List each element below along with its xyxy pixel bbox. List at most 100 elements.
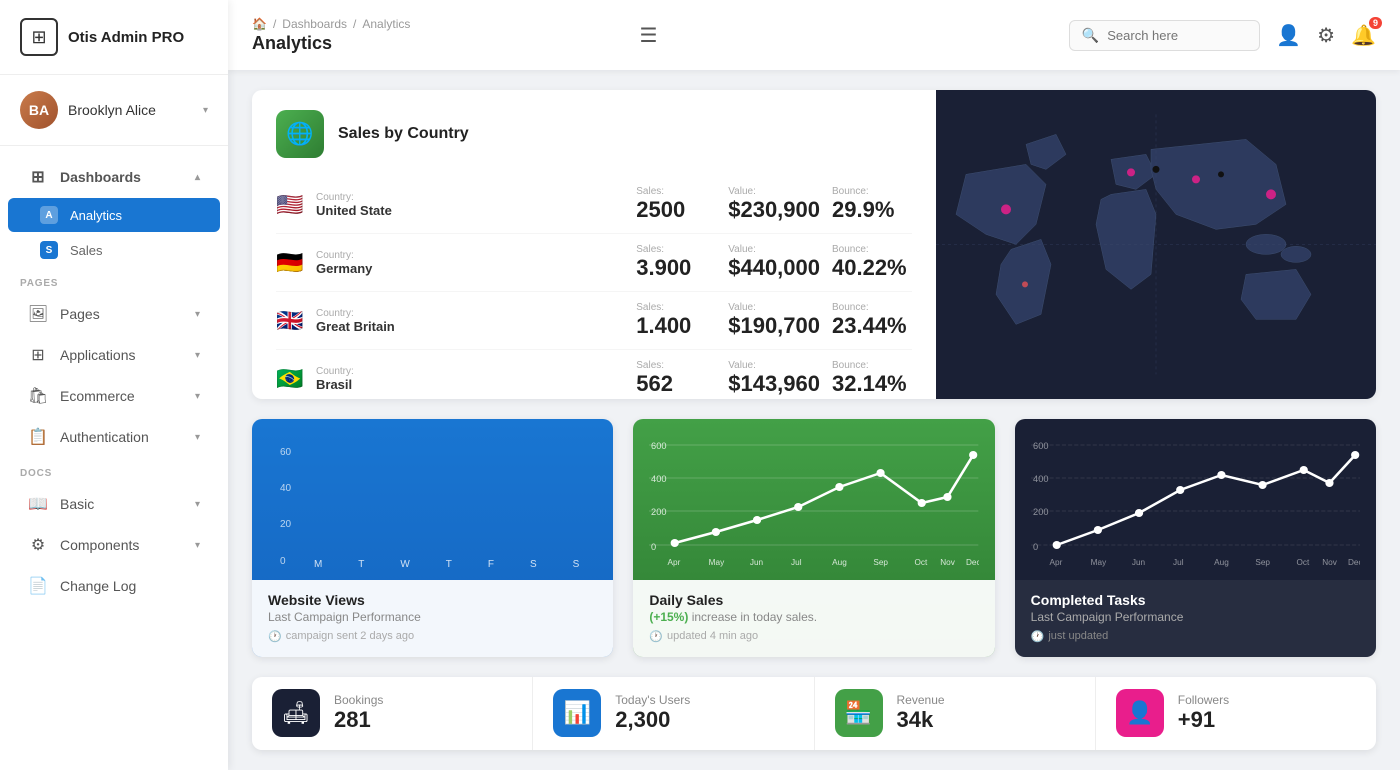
search-icon: 🔍	[1082, 27, 1099, 44]
clock-icon: 🕐	[268, 630, 282, 643]
chart-timestamp: 🕐 updated 4 min ago	[649, 630, 978, 643]
bounce-stat: Bounce: 40.22%	[832, 244, 912, 281]
svg-text:Aug: Aug	[1214, 558, 1229, 567]
sidebar-item-label: Pages	[60, 306, 183, 322]
svg-text:Oct: Oct	[1296, 558, 1310, 567]
stat-value: 34k	[897, 707, 1075, 733]
country-info: Country: Germany	[316, 250, 624, 276]
dashboards-icon: ⊞	[28, 167, 48, 187]
svg-text:Dec: Dec	[1348, 558, 1360, 567]
globe-icon: 🌐	[276, 110, 324, 158]
users-icon: 📊	[553, 689, 601, 737]
sales-stat: Sales: 2500	[636, 186, 716, 223]
notification-badge: 9	[1369, 17, 1382, 29]
svg-text:600: 600	[1033, 441, 1048, 451]
bounce-stat: Bounce: 29.9%	[832, 186, 912, 223]
chevron-up-icon: ▴	[195, 172, 200, 183]
svg-text:May: May	[709, 558, 725, 567]
sales-card-title: Sales by Country	[338, 125, 469, 143]
changelog-icon: 📄	[28, 576, 48, 596]
svg-text:Nov: Nov	[941, 558, 957, 567]
bookings-icon: 🛋	[272, 689, 320, 737]
logo-text: Otis Admin PRO	[68, 29, 184, 46]
stats-row: 🛋 Bookings 281 📊 Today's Users 2,300 🏪 R…	[252, 677, 1376, 750]
sidebar-item-applications[interactable]: ⊞ Applications ▾	[8, 335, 220, 375]
auth-icon: 📋	[28, 427, 48, 447]
stat-card-revenue: 🏪 Revenue 34k	[815, 677, 1096, 750]
breadcrumb-path: 🏠 / Dashboards / Analytics	[252, 17, 623, 31]
sidebar-item-authentication[interactable]: 📋 Authentication ▾	[8, 417, 220, 457]
pages-icon: 🖼	[28, 304, 48, 324]
svg-text:200: 200	[1033, 507, 1048, 517]
sidebar-item-ecommerce[interactable]: 🛍 Ecommerce ▾	[8, 376, 220, 416]
chart-title: Completed Tasks	[1031, 592, 1360, 608]
daily-sales-card: 600 400 200 0	[633, 419, 994, 657]
sidebar-nav: ⊞ Dashboards ▴ A Analytics S Sales PAGES…	[0, 146, 228, 770]
chart-info-views: Website Views Last Campaign Performance …	[252, 580, 613, 657]
notifications-icon[interactable]: 🔔 9	[1351, 23, 1376, 48]
stat-label: Revenue	[897, 693, 1075, 707]
charts-row: 60 40 20 0	[252, 419, 1376, 657]
user-icon[interactable]: 👤	[1276, 23, 1301, 48]
breadcrumb-analytics[interactable]: Analytics	[362, 17, 410, 31]
header: 🏠 / Dashboards / Analytics Analytics ☰ 🔍…	[228, 0, 1400, 70]
sidebar-logo: ⊞ Otis Admin PRO	[0, 0, 228, 75]
menu-toggle-icon[interactable]: ☰	[639, 23, 657, 48]
sidebar-item-sales[interactable]: S Sales	[8, 233, 220, 267]
breadcrumb-sep: /	[273, 17, 276, 31]
value-stat: Value: $143,960	[728, 360, 820, 397]
svg-text:May: May	[1090, 558, 1106, 567]
chart-subtitle: Last Campaign Performance	[1031, 610, 1360, 624]
chevron-icon: ▾	[195, 540, 200, 551]
sidebar-item-label: Authentication	[60, 429, 183, 445]
settings-icon[interactable]: ⚙	[1317, 23, 1335, 48]
svg-text:Apr: Apr	[1049, 558, 1062, 567]
svg-text:Apr: Apr	[668, 558, 681, 567]
flag-de: 🇩🇪	[276, 250, 304, 276]
world-map	[936, 90, 1376, 399]
docs-section-label: DOCS	[0, 458, 228, 483]
followers-icon: 👤	[1116, 689, 1164, 737]
sidebar-item-changelog[interactable]: 📄 Change Log	[8, 566, 220, 606]
stat-value: 281	[334, 707, 512, 733]
chevron-icon: ▾	[195, 309, 200, 320]
sidebar-item-dashboards[interactable]: ⊞ Dashboards ▴	[8, 157, 220, 197]
svg-text:Jul: Jul	[791, 558, 802, 567]
user-name: Brooklyn Alice	[68, 102, 193, 118]
svg-text:Jun: Jun	[750, 558, 763, 567]
sidebar-item-label: Basic	[60, 496, 183, 512]
chart-area-views: 60 40 20 0	[252, 419, 613, 580]
value-stat: Value: $190,700	[728, 302, 820, 339]
sidebar-item-label: Dashboards	[60, 169, 183, 185]
sidebar-item-analytics[interactable]: A Analytics	[8, 198, 220, 232]
value-stat: Value: $440,000	[728, 244, 820, 281]
sidebar-item-pages[interactable]: 🖼 Pages ▾	[8, 294, 220, 334]
sidebar-item-label: Change Log	[60, 578, 200, 594]
search-input[interactable]	[1107, 28, 1247, 43]
flag-gb: 🇬🇧	[276, 308, 304, 334]
chevron-icon: ▾	[195, 391, 200, 402]
sidebar-item-components[interactable]: ⚙ Components ▾	[8, 525, 220, 565]
sales-stat: Sales: 3.900	[636, 244, 716, 281]
sales-country-card: 🌐 Sales by Country 🇺🇸 Country: United St…	[252, 90, 1376, 399]
sidebar-item-basic[interactable]: 📖 Basic ▾	[8, 484, 220, 524]
chart-title: Daily Sales	[649, 592, 978, 608]
stat-value: 2,300	[615, 707, 793, 733]
chart-info-tasks: Completed Tasks Last Campaign Performanc…	[1015, 580, 1376, 657]
avatar: BA	[20, 91, 58, 129]
sidebar-user[interactable]: BA Brooklyn Alice ▾	[0, 75, 228, 146]
bounce-stat: Bounce: 23.44%	[832, 302, 912, 339]
breadcrumb-dashboards[interactable]: Dashboards	[282, 17, 347, 31]
header-icons: 👤 ⚙ 🔔 9	[1276, 23, 1376, 48]
sales-stat: Sales: 1.400	[636, 302, 716, 339]
sales-dot: S	[40, 241, 58, 259]
content-area: 🌐 Sales by Country 🇺🇸 Country: United St…	[228, 70, 1400, 770]
chevron-icon: ▾	[195, 499, 200, 510]
stat-info-bookings: Bookings 281	[334, 693, 512, 733]
sales-left-panel: 🌐 Sales by Country 🇺🇸 Country: United St…	[252, 90, 936, 399]
country-info: Country: United State	[316, 192, 624, 218]
chevron-icon: ▾	[195, 432, 200, 443]
svg-text:0: 0	[1033, 542, 1038, 552]
svg-text:Oct: Oct	[915, 558, 929, 567]
pages-section-label: PAGES	[0, 268, 228, 293]
